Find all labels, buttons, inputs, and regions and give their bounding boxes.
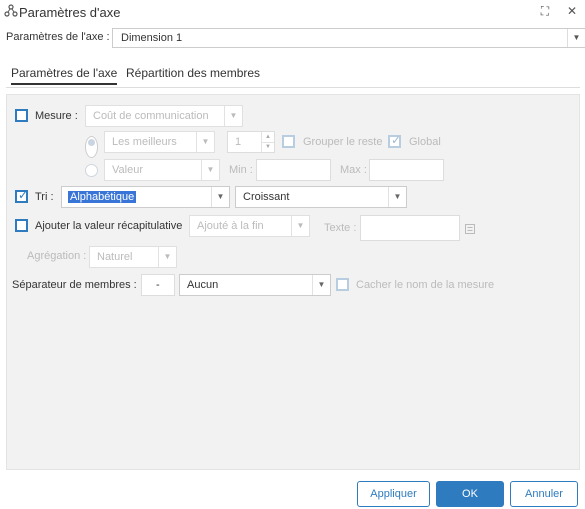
chevron-down-icon: ▼	[291, 216, 309, 236]
spin-down-icon[interactable]: ▼	[261, 142, 274, 153]
expand-icon[interactable]: ⛶	[537, 3, 553, 19]
measure-label: Mesure :	[35, 110, 78, 122]
settings-panel: Mesure : Coût de communication ▼ Les mei…	[6, 94, 580, 470]
chevron-down-icon: ▼	[224, 106, 242, 126]
ok-button[interactable]: OK	[436, 481, 504, 507]
value-mode-value: Valeur	[112, 164, 143, 176]
chevron-down-icon: ▼	[211, 187, 229, 207]
sort-order-select[interactable]: Croissant ▼	[235, 186, 407, 208]
summary-text-label: Texte :	[324, 222, 357, 234]
global-label: Global	[409, 136, 441, 148]
measure-checkbox[interactable]	[15, 109, 28, 122]
aggregation-value: Naturel	[97, 251, 133, 263]
measure-select-value: Coût de communication	[93, 110, 209, 122]
value-mode-radio[interactable]	[85, 164, 98, 177]
aggregation-select[interactable]: Naturel ▼	[89, 246, 177, 268]
summary-position-value: Ajouté à la fin	[197, 220, 264, 232]
global-checkbox[interactable]: ✓	[388, 133, 402, 148]
hide-measure-checkbox[interactable]	[336, 278, 349, 291]
summary-text-field[interactable]	[360, 215, 460, 241]
separator-value: -	[156, 279, 160, 291]
sort-select-value: Alphabétique	[68, 191, 137, 203]
min-label: Min :	[229, 164, 253, 176]
chevron-down-icon: ▼	[388, 187, 406, 207]
sort-select[interactable]: Alphabétique ▼	[61, 186, 230, 208]
separator-field[interactable]: -	[141, 274, 175, 296]
tab-bar: Paramètres de l'axe Répartition des memb…	[6, 62, 580, 88]
tab-member-distribution[interactable]: Répartition des membres	[126, 66, 260, 80]
axis-select[interactable]: Dimension 1 ▼	[112, 28, 585, 48]
sort-label: Tri :	[35, 191, 54, 203]
separator-type-value: Aucun	[187, 279, 219, 291]
chevron-down-icon: ▼	[567, 29, 585, 47]
aggregation-label: Agrégation :	[27, 250, 87, 262]
edit-text-icon[interactable]	[465, 224, 475, 234]
max-label: Max :	[340, 164, 367, 176]
chevron-down-icon: ▼	[158, 247, 176, 267]
sort-checkbox[interactable]: ✓	[15, 188, 29, 203]
top-mode-select[interactable]: Les meilleurs ▼	[104, 131, 215, 153]
top-count-stepper[interactable]: 1 ▲ ▼	[227, 131, 275, 153]
min-field[interactable]	[256, 159, 331, 181]
top-mode-value: Les meilleurs	[112, 136, 177, 148]
cancel-button[interactable]: Annuler	[510, 481, 578, 507]
axis-select-value: Dimension 1	[121, 32, 183, 44]
separator-type-select[interactable]: Aucun ▼	[179, 274, 331, 296]
apply-button[interactable]: Appliquer	[357, 481, 430, 507]
axis-settings-icon	[4, 4, 18, 17]
separator-label: Séparateur de membres :	[12, 279, 137, 291]
summary-label: Ajouter la valeur récapitulative	[35, 220, 183, 232]
group-rest-checkbox[interactable]	[282, 135, 295, 148]
summary-checkbox[interactable]	[15, 219, 28, 232]
chevron-down-icon: ▼	[201, 160, 219, 180]
axis-label: Paramètres de l'axe :	[6, 31, 110, 43]
chevron-down-icon: ▼	[196, 132, 214, 152]
top-mode-radio[interactable]	[85, 136, 98, 158]
measure-select[interactable]: Coût de communication ▼	[85, 105, 243, 127]
top-count-value: 1	[235, 136, 242, 148]
sort-order-value: Croissant	[243, 191, 290, 203]
tab-axis-settings[interactable]: Paramètres de l'axe	[11, 66, 118, 85]
group-rest-label: Grouper le reste	[303, 136, 383, 148]
max-field[interactable]	[369, 159, 444, 181]
check-icon: ✓	[18, 188, 29, 202]
value-mode-select[interactable]: Valeur ▼	[104, 159, 220, 181]
hide-measure-label: Cacher le nom de la mesure	[356, 279, 495, 291]
check-icon: ✓	[391, 133, 402, 147]
title-bar: Paramètres d'axe ⛶ ✕	[0, 0, 585, 24]
close-icon[interactable]: ✕	[564, 3, 580, 19]
window-title: Paramètres d'axe	[19, 5, 121, 20]
summary-position-select[interactable]: Ajouté à la fin ▼	[189, 215, 310, 237]
chevron-down-icon: ▼	[312, 275, 330, 295]
